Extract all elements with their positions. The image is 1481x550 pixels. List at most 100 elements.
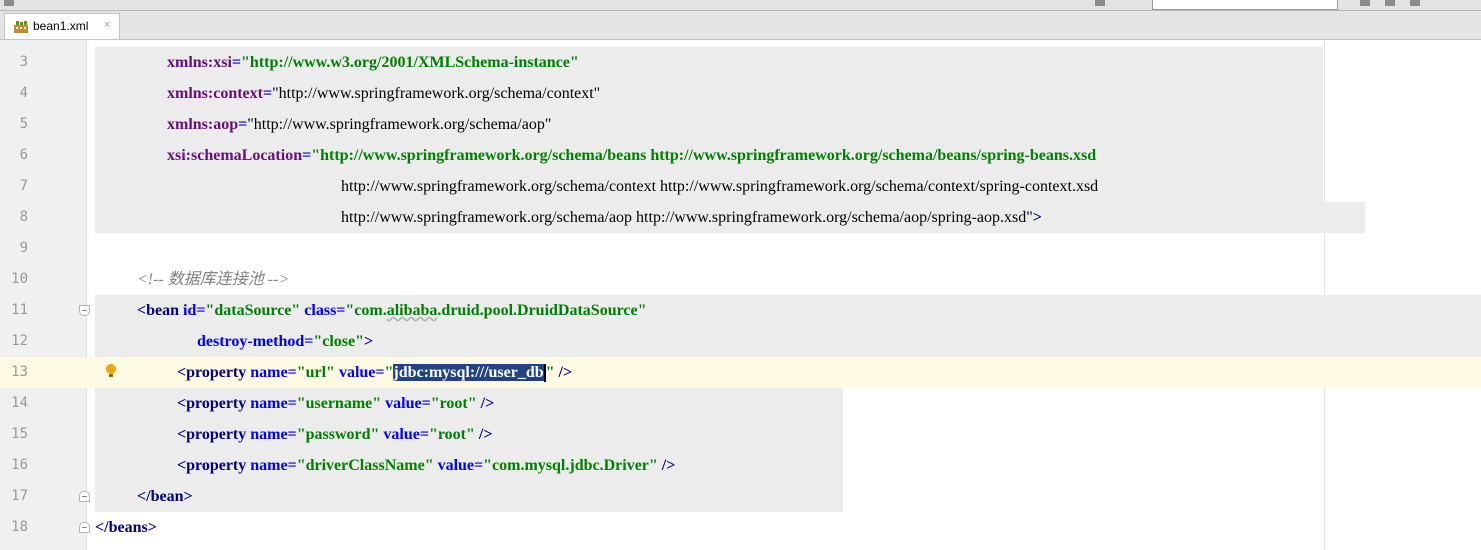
code-token: value <box>383 426 420 443</box>
code-token: "http://www.w3.org/2001/XMLSchema-instan… <box>241 54 579 71</box>
code-token: </beans> <box>95 519 157 536</box>
code-text: xmlns:aop="http://www.springframework.or… <box>167 109 551 140</box>
code-line[interactable]: 14 <property name="username" value="root"… <box>0 388 1481 419</box>
code-line[interactable]: 18 </beans> <box>0 512 1481 543</box>
code-line[interactable]: 12 destroy-method="close"> <box>0 326 1481 357</box>
code-token: "close" <box>313 333 365 350</box>
code-token: name <box>250 426 288 443</box>
code-token: value <box>338 364 376 381</box>
line-number: 10 <box>11 271 28 287</box>
code-text: xmlns:xsi="http://www.w3.org/2001/XMLSch… <box>167 47 579 78</box>
code-line[interactable]: 16 <property name="driverClassName" value… <box>0 450 1481 481</box>
code-line[interactable]: 8 http://www.springframework.org/schema/a… <box>0 202 1481 233</box>
code-token: value <box>437 457 475 474</box>
code-token: = <box>287 364 297 381</box>
line-number: 9 <box>19 240 28 256</box>
code-token: = <box>231 54 242 71</box>
code-token: value <box>385 395 422 412</box>
toolbar-icon[interactable] <box>1095 0 1105 6</box>
code-token: <property <box>177 395 251 412</box>
code-token: name <box>250 395 288 412</box>
code-line[interactable]: 6 xsi:schemaLocation="http://www.springfr… <box>0 140 1481 171</box>
code-line[interactable]: 3 xmlns:xsi="http://www.w3.org/2001/XMLSc… <box>0 47 1481 78</box>
code-text: <property name="url" value="jdbc:mysql:/… <box>177 357 572 388</box>
code-token: name <box>250 364 288 381</box>
code-token: = <box>287 426 297 443</box>
tab-bean1-xml[interactable]: bean1.xml × <box>4 13 120 39</box>
code-token: "url" <box>296 364 335 381</box>
code-token: > <box>1032 209 1042 226</box>
code-line[interactable]: 11 <bean id="dataSource" class="com.aliba… <box>0 295 1481 326</box>
code-token: alibaba <box>386 302 438 319</box>
code-token: = <box>421 395 431 412</box>
line-number: 15 <box>11 426 28 442</box>
code-text: <property name="username" value="root" /… <box>177 388 494 419</box>
code-line[interactable]: 17 </bean> <box>0 481 1481 512</box>
code-token: <!-- 数据库连接池 --> <box>137 271 290 288</box>
code-text: <bean id="dataSource" class="com.alibaba… <box>137 295 646 326</box>
code-token: = <box>238 116 248 133</box>
toolbar-icon[interactable] <box>1385 0 1395 6</box>
code-token: "password" <box>296 426 380 443</box>
code-text: <property name="password" value="root" /… <box>177 419 492 450</box>
toolbar-icon[interactable] <box>1410 0 1420 6</box>
tag-scope-highlight <box>95 481 843 512</box>
line-number: 7 <box>19 178 28 194</box>
code-editor[interactable]: 3 xmlns:xsi="http://www.w3.org/2001/XMLSc… <box>0 40 1481 550</box>
code-token: name <box>250 457 288 474</box>
code-token: http://www.springframework.org/schema/ao… <box>341 209 1033 226</box>
search-field[interactable] <box>1152 0 1338 10</box>
intention-bulb-icon[interactable] <box>104 363 118 381</box>
code-token: "http://www.springframework.org/schema/c… <box>272 85 601 102</box>
fold-marker-icon[interactable] <box>79 522 90 533</box>
code-line[interactable]: 10 <!-- 数据库连接池 --> <box>0 264 1481 295</box>
code-token: = <box>375 364 385 381</box>
code-token: = <box>287 395 297 412</box>
code-token: = <box>304 333 314 350</box>
close-icon[interactable]: × <box>104 19 110 31</box>
code-token: "com. <box>345 302 387 319</box>
line-number: 6 <box>19 147 28 163</box>
code-line[interactable]: 9 <box>0 233 1481 264</box>
code-text: destroy-method="close"> <box>197 326 373 357</box>
line-number: 8 <box>19 209 28 225</box>
code-token: = <box>474 457 484 474</box>
line-number: 12 <box>11 333 28 349</box>
code-token: /> <box>554 364 573 381</box>
code-token: "com.mysql.jdbc.Driver" <box>483 457 658 474</box>
code-text: xsi:schemaLocation="http://www.springfra… <box>167 140 1096 171</box>
code-line[interactable]: 15 <property name="password" value="root"… <box>0 419 1481 450</box>
code-line[interactable]: 5 xmlns:aop="http://www.springframework.o… <box>0 109 1481 140</box>
code-text: </bean> <box>137 481 193 512</box>
editor-tab-bar: bean1.xml × <box>0 11 1481 40</box>
line-number: 3 <box>19 54 28 70</box>
code-token: xmlns:context <box>167 85 263 102</box>
fold-marker-icon[interactable] <box>79 491 90 502</box>
line-number: 4 <box>19 85 28 101</box>
toolbar-icon[interactable] <box>1360 0 1370 6</box>
xml-file-icon <box>14 21 28 33</box>
code-line[interactable]: 7 http://www.springframework.org/schema/c… <box>0 171 1481 202</box>
code-token: "root" <box>428 426 475 443</box>
line-number: 13 <box>11 364 28 380</box>
code-line[interactable]: 13 <property name="url" value="jdbc:mysql… <box>0 357 1481 388</box>
code-text: xmlns:context="http://www.springframewor… <box>167 78 600 109</box>
line-number: 11 <box>11 302 28 318</box>
code-token: /> <box>474 426 493 443</box>
code-token: .druid.pool.DruidDataSource" <box>437 302 647 319</box>
fold-marker-icon[interactable] <box>79 305 90 316</box>
code-line[interactable]: 4 xmlns:context="http://www.springframewo… <box>0 78 1481 109</box>
code-token: "username" <box>296 395 382 412</box>
code-token: "dataSource" <box>205 302 301 319</box>
code-token: <property <box>177 426 251 443</box>
code-text: <!-- 数据库连接池 --> <box>137 264 289 295</box>
code-token: xmlns:aop <box>167 116 239 133</box>
code-text: <property name="driverClassName" value="… <box>177 450 675 481</box>
code-token: /> <box>476 395 495 412</box>
code-token: <property <box>177 364 251 381</box>
line-number: 17 <box>11 488 28 504</box>
code-token: "http://www.springframework.org/schema/b… <box>311 147 1097 164</box>
code-token: "driverClassName" <box>296 457 434 474</box>
code-token: destroy-method <box>197 333 305 350</box>
code-token: " <box>545 364 555 381</box>
